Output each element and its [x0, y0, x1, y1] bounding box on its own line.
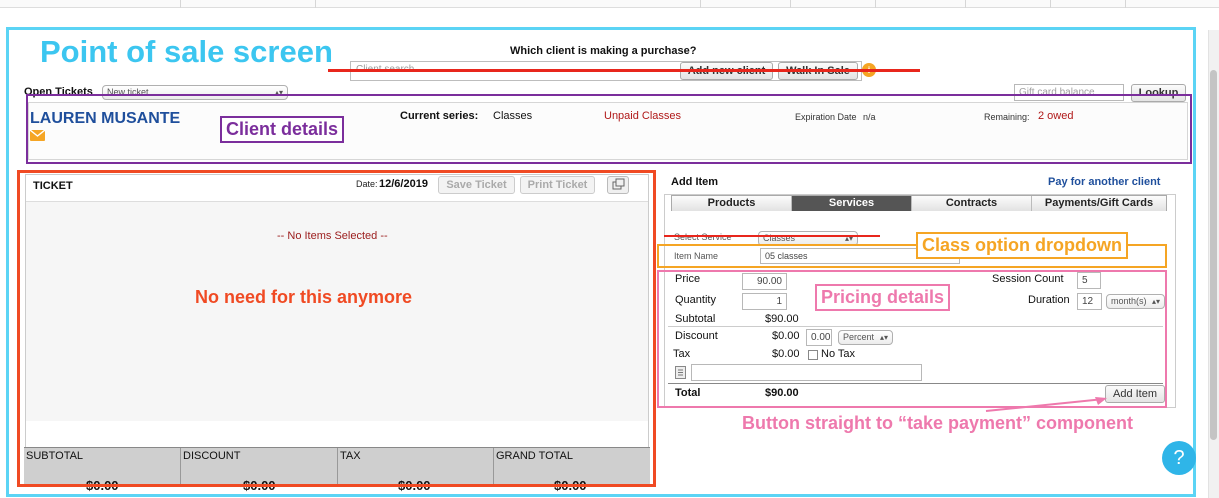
tab-payments-gift-cards[interactable]: Payments/Gift Cards	[1032, 196, 1166, 211]
help-icon[interactable]: ?	[1162, 441, 1196, 475]
annotation-button-note: Button straight to “take payment” compon…	[742, 413, 1134, 433]
expiration-date-label: Expiration Date	[795, 112, 857, 122]
tab-products[interactable]: Products	[672, 196, 792, 211]
tab-services[interactable]: Services	[792, 196, 912, 211]
current-series-label: Current series:	[400, 110, 479, 122]
pay-another-client-link[interactable]: Pay for another client	[1048, 176, 1160, 188]
annotation-class-option: Class option dropdown	[916, 232, 1128, 259]
envelope-icon[interactable]	[29, 129, 46, 141]
add-item-tabs: Products Services Contracts Payments/Gif…	[671, 195, 1167, 211]
annotation-frame-ticket	[17, 170, 656, 487]
scrollbar-thumb[interactable]	[1210, 70, 1217, 440]
top-toolbar-strip	[0, 0, 1219, 8]
client-search-question: Which client is making a purchase?	[510, 45, 697, 57]
client-name[interactable]: LAUREN MUSANTE	[30, 110, 180, 128]
current-series-value: Classes	[493, 110, 533, 122]
strike-line-select-service	[664, 235, 880, 237]
remaining-label: Remaining:	[984, 112, 1030, 122]
expiration-date-value: n/a	[863, 112, 876, 122]
annotation-client-details: Client details	[220, 116, 345, 143]
remaining-value: 2 owed	[1038, 110, 1074, 122]
select-service-label: Select Service	[674, 232, 732, 242]
strike-line-client-search	[328, 69, 920, 72]
annotation-frame-client-details	[26, 94, 1192, 164]
annotation-frame-pricing	[657, 270, 1167, 408]
annotation-title: Point of sale screen	[40, 34, 333, 69]
unpaid-classes-text: Unpaid Classes	[604, 110, 682, 122]
tab-contracts[interactable]: Contracts	[912, 196, 1032, 211]
add-item-title: Add Item	[671, 176, 719, 188]
